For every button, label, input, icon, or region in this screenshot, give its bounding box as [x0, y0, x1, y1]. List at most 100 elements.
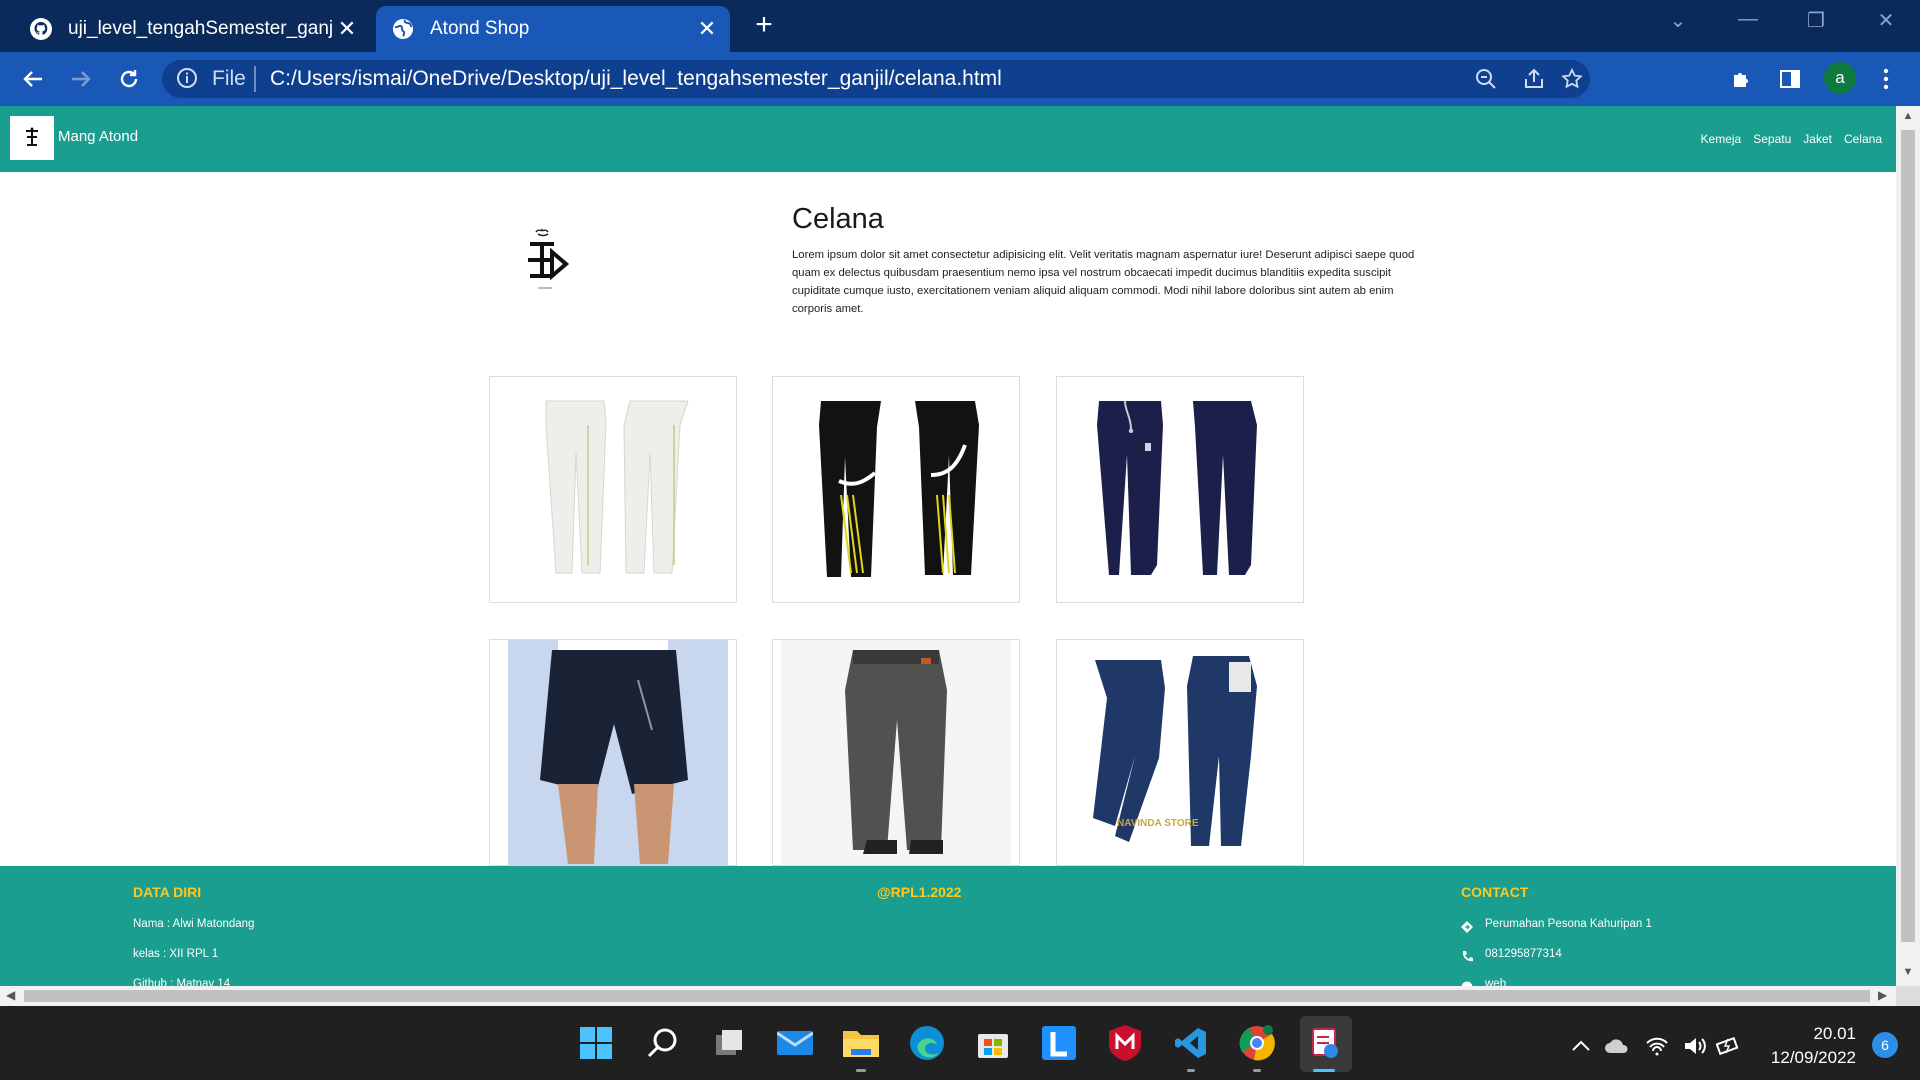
tab-search-icon[interactable]: ⌄: [1658, 8, 1698, 33]
forward-icon[interactable]: [64, 62, 98, 96]
snipping-tool-icon[interactable]: [1300, 1016, 1352, 1072]
scroll-down-arrow-icon[interactable]: ▼: [1901, 966, 1915, 978]
tab-github[interactable]: uji_level_tengahSemester_ganjil/s ✕: [14, 6, 370, 52]
footer-heading-copyright: @RPL1.2022: [877, 884, 962, 900]
close-tab-icon[interactable]: ✕: [692, 16, 722, 42]
tab-title: Atond Shop: [430, 18, 530, 39]
clock-time: 20.01: [1813, 1024, 1856, 1043]
new-tab-button[interactable]: +: [748, 10, 780, 42]
black-yellow-stripe-track-pants-image: [819, 400, 979, 577]
scroll-up-arrow-icon[interactable]: ▲: [1901, 110, 1915, 122]
menu-kebab-icon[interactable]: [1872, 65, 1900, 93]
globe-icon: [390, 16, 416, 42]
product-card[interactable]: [772, 639, 1020, 866]
white-track-pants-image: [545, 400, 689, 573]
phone-icon: [1461, 950, 1473, 962]
file-explorer-icon[interactable]: [838, 1020, 884, 1066]
address-bar[interactable]: File C:/Users/ismai/OneDrive/Desktop/uji…: [162, 60, 1590, 98]
notification-badge[interactable]: 6: [1872, 1032, 1898, 1058]
site-footer: DATA DIRI Nama : Alwi Matondang kelas : …: [0, 866, 1896, 986]
footer-heading-data-diri: DATA DIRI: [133, 884, 202, 900]
nav-link-kemeja[interactable]: Kemeja: [1701, 132, 1742, 146]
vertical-scroll-thumb[interactable]: [1901, 130, 1915, 942]
horizontal-scroll-thumb[interactable]: [24, 990, 1870, 1002]
running-indicator: [1253, 1069, 1261, 1072]
horizontal-scrollbar[interactable]: ◀ ▶: [0, 986, 1896, 1006]
onedrive-cloud-icon[interactable]: [1604, 1034, 1630, 1058]
clock-date: 12/09/2022: [1770, 1048, 1856, 1067]
browser-toolbar: File C:/Users/ismai/OneDrive/Desktop/uji…: [0, 52, 1920, 106]
grey-jeans-model-image: [781, 640, 1011, 865]
running-indicator: [856, 1069, 866, 1072]
bookmark-star-icon[interactable]: [1560, 67, 1584, 91]
footer-web[interactable]: web: [1485, 978, 1506, 986]
footer-heading-contact: CONTACT: [1461, 884, 1529, 900]
footer-address: Perumahan Pesona Kahuripan 1: [1485, 918, 1652, 930]
vertical-scrollbar[interactable]: ▲ ▼: [1896, 106, 1920, 986]
search-icon[interactable]: [640, 1020, 686, 1066]
extensions-icon[interactable]: [1728, 65, 1756, 93]
task-view-icon[interactable]: [706, 1020, 752, 1066]
page-description: Lorem ipsum dolor sit amet consectetur a…: [792, 249, 1415, 315]
nav-link-celana[interactable]: Celana: [1844, 132, 1882, 146]
product-card[interactable]: NAVINDA STORE: [1056, 639, 1304, 866]
tab-atond-shop[interactable]: Atond Shop ✕: [376, 6, 730, 52]
footer-phone: 081295877314: [1485, 948, 1562, 960]
brand-name[interactable]: Mang Atond: [58, 128, 138, 145]
edge-icon[interactable]: [904, 1020, 950, 1066]
close-window-icon[interactable]: ✕: [1866, 8, 1906, 33]
product-card[interactable]: [489, 639, 737, 866]
back-icon[interactable]: [16, 62, 50, 96]
l-app-icon[interactable]: [1036, 1020, 1082, 1066]
running-indicator: [1187, 1069, 1195, 1072]
location-icon: [1461, 920, 1473, 933]
footer-class: kelas : XII RPL 1: [133, 948, 219, 960]
windows-start-icon[interactable]: [573, 1020, 619, 1066]
battery-icon[interactable]: [1716, 1034, 1742, 1058]
product-card[interactable]: [772, 376, 1020, 603]
blue-skinny-jeans-image: NAVINDA STORE: [1093, 655, 1257, 846]
brand-logo[interactable]: [10, 116, 54, 160]
wifi-icon[interactable]: [1644, 1034, 1670, 1058]
mail-icon[interactable]: [772, 1020, 818, 1066]
nav-link-jaket[interactable]: Jaket: [1803, 132, 1832, 146]
footer-name: Nama : Alwi Matondang: [133, 918, 255, 930]
side-panel-icon[interactable]: [1776, 65, 1804, 93]
address-divider: [254, 66, 256, 92]
nav-menu: Kemeja Sepatu Jaket Celana: [1701, 132, 1882, 146]
chevron-up-icon[interactable]: [1568, 1034, 1594, 1058]
reload-icon[interactable]: [112, 62, 146, 96]
system-clock[interactable]: 20.01 12/09/2022: [1771, 1022, 1856, 1070]
volume-icon[interactable]: [1682, 1034, 1708, 1058]
denim-shorts-model-image: [508, 640, 728, 865]
minimize-icon[interactable]: —: [1728, 8, 1768, 31]
chrome-icon[interactable]: [1234, 1020, 1280, 1066]
hero-logo: [518, 226, 578, 306]
scroll-left-arrow-icon[interactable]: ◀: [6, 988, 15, 1002]
scrollbar-corner: [1896, 986, 1920, 1006]
profile-avatar[interactable]: a: [1824, 62, 1856, 94]
vscode-icon[interactable]: [1168, 1020, 1214, 1066]
mcafee-icon[interactable]: [1102, 1020, 1148, 1066]
site-navbar: Mang Atond Kemeja Sepatu Jaket Celana: [0, 106, 1896, 172]
svg-text:NAVINDA STORE: NAVINDA STORE: [1117, 818, 1199, 829]
microsoft-store-icon[interactable]: [970, 1020, 1016, 1066]
restore-icon[interactable]: ❐: [1796, 8, 1836, 33]
scroll-right-arrow-icon[interactable]: ▶: [1878, 988, 1887, 1002]
product-card[interactable]: [489, 376, 737, 603]
browser-tab-strip: uji_level_tengahSemester_ganjil/s ✕ Aton…: [0, 0, 1920, 52]
share-icon[interactable]: [1522, 67, 1546, 91]
page-viewport: Mang Atond Kemeja Sepatu Jaket Celana Ce…: [0, 106, 1896, 986]
page-title: Celana: [792, 203, 884, 235]
footer-github[interactable]: Github : Matnay 14: [133, 978, 230, 986]
github-icon: [28, 16, 54, 42]
close-tab-icon[interactable]: ✕: [332, 16, 362, 42]
zoom-icon[interactable]: [1474, 67, 1498, 91]
scheme-label: File: [212, 67, 246, 90]
tab-title: uji_level_tengahSemester_ganjil/s: [68, 18, 332, 39]
nav-link-sepatu[interactable]: Sepatu: [1753, 132, 1791, 146]
site-info-icon[interactable]: [176, 67, 200, 91]
product-card[interactable]: [1056, 376, 1304, 603]
url-text[interactable]: C:/Users/ismai/OneDrive/Desktop/uji_leve…: [270, 67, 1002, 91]
windows-taskbar: 20.01 12/09/2022 6: [0, 1006, 1920, 1080]
